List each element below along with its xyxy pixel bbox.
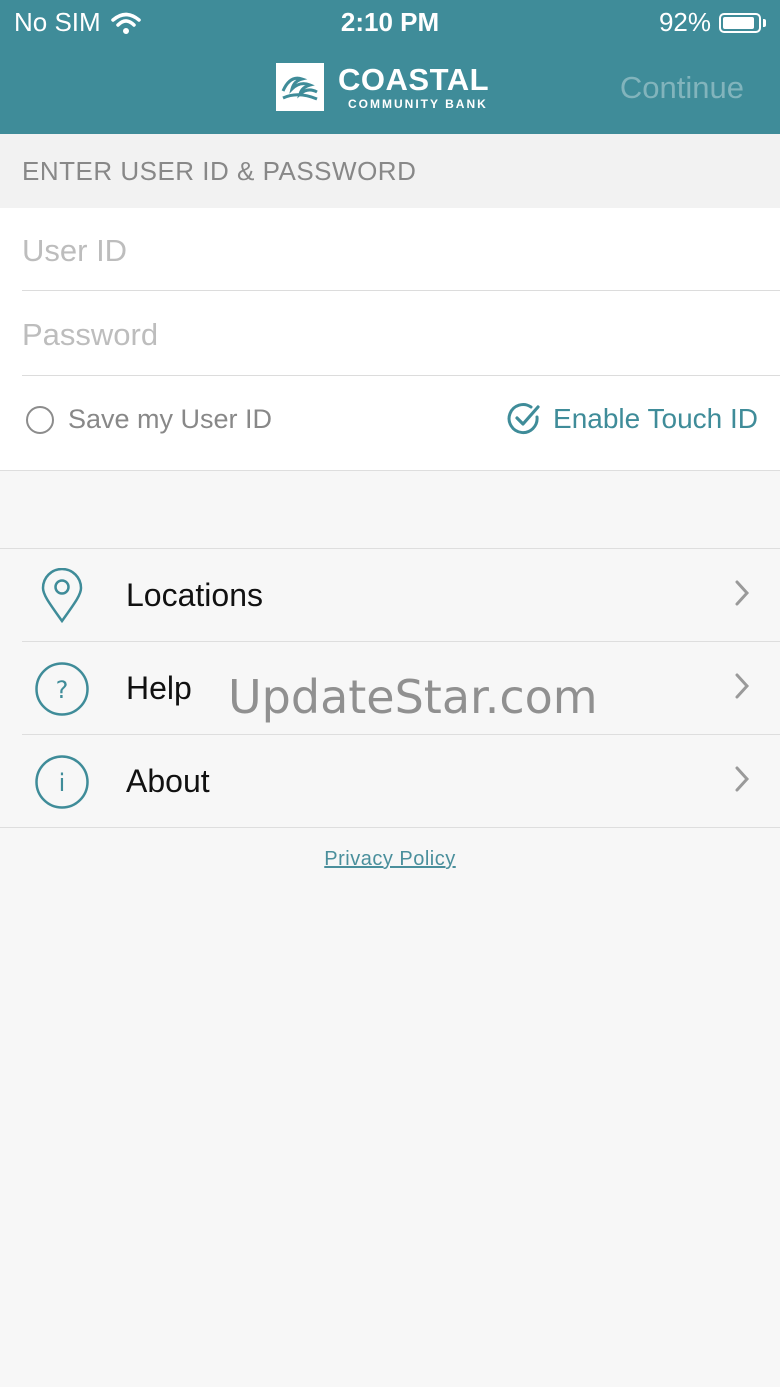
battery-icon (719, 12, 761, 33)
login-form: Save my User ID Enable Touch ID (0, 208, 780, 471)
info-icon: i (34, 754, 90, 810)
privacy-policy-link[interactable]: Privacy Policy (324, 848, 455, 870)
help-icon: ? (34, 661, 90, 717)
save-user-id-label: Save my User ID (68, 404, 273, 434)
enable-touch-id-toggle[interactable]: Enable Touch ID (507, 402, 758, 436)
menu-item-about[interactable]: i About (0, 735, 780, 828)
privacy-policy-container: Privacy Policy (0, 848, 780, 871)
svg-text:i: i (59, 769, 66, 797)
location-pin-icon (34, 568, 90, 624)
user-id-input[interactable] (22, 210, 780, 292)
brand-name: COASTAL (338, 62, 490, 97)
svg-text:?: ? (56, 676, 69, 704)
chevron-right-icon (735, 580, 750, 606)
login-section-title: ENTER USER ID & PASSWORD (0, 134, 780, 208)
battery-percent: 92% (658, 7, 711, 37)
touch-id-label: Enable Touch ID (553, 403, 758, 434)
brand-subtitle: COMMUNITY BANK (348, 97, 488, 111)
password-input[interactable] (22, 294, 780, 376)
bank-logo: COASTAL COMMUNITY BANK (276, 63, 489, 111)
continue-button[interactable]: Continue (620, 70, 744, 106)
menu-label-help: Help (126, 670, 192, 706)
wave-logo-icon (276, 63, 324, 111)
navigation-bar: No SIM 2:10 PM 92% COASTAL COMMUNITY BAN… (0, 0, 780, 134)
watermark-text: UpdateStar.com (228, 670, 598, 724)
chevron-right-icon (735, 766, 750, 792)
menu-label-about: About (126, 763, 210, 799)
menu-label-locations: Locations (126, 577, 263, 613)
radio-icon (26, 405, 54, 434)
save-user-id-toggle[interactable]: Save my User ID (26, 404, 272, 435)
check-circle-icon (507, 403, 540, 435)
chevron-right-icon (735, 673, 750, 699)
menu-item-locations[interactable]: Locations (0, 549, 780, 642)
status-battery: 92% (659, 7, 766, 38)
